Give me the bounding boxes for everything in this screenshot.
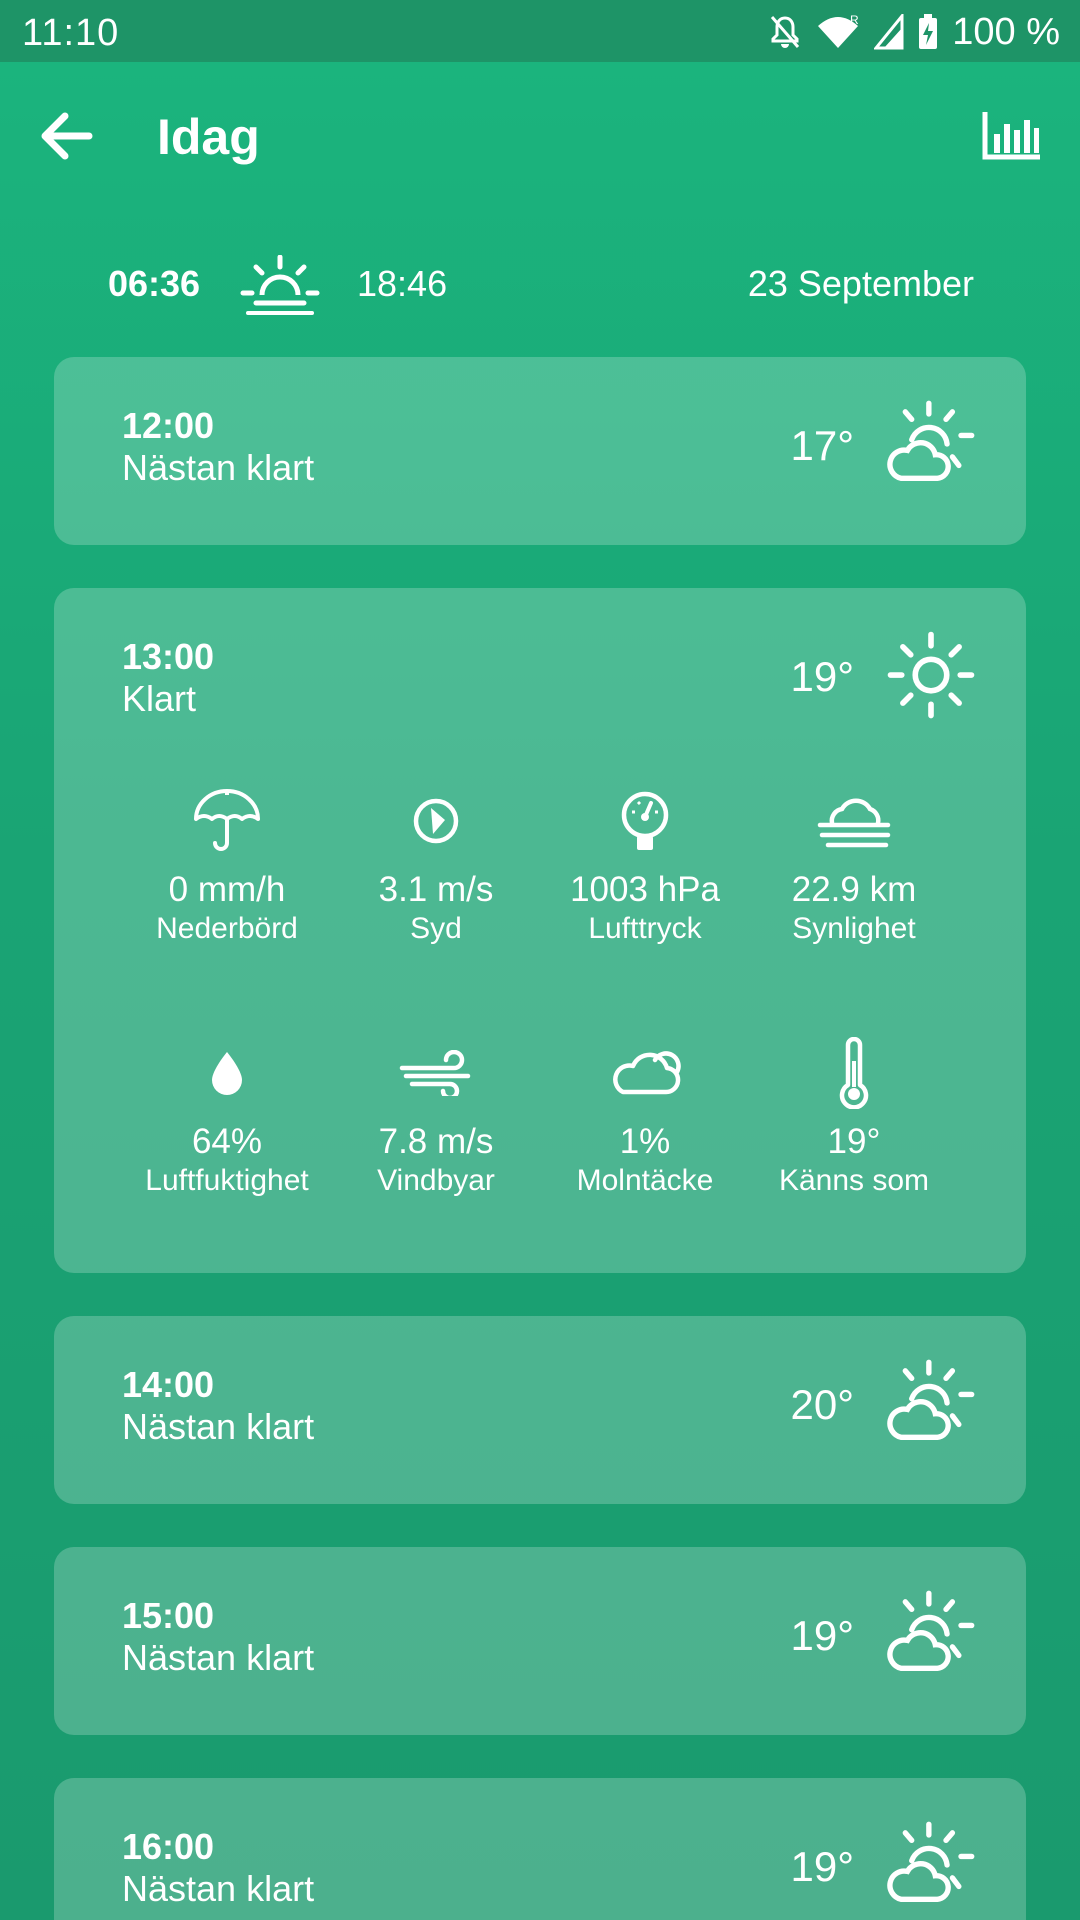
partly-sunny-icon <box>886 399 976 489</box>
precipitation-metric: 0 mm/h Nederbörd <box>122 786 332 946</box>
cloud-icon <box>613 1051 681 1095</box>
wind-icon <box>399 1050 471 1096</box>
page-title: Idag <box>157 109 260 165</box>
visibility-metric: 22.9 km Synlighet <box>749 786 959 946</box>
humidity-label: Luftfuktighet <box>145 1164 309 1197</box>
feels-like-metric: 19° Känns som <box>749 1037 959 1198</box>
hour-temperature: 19° <box>790 1843 854 1890</box>
cloud-cover-value: 1% <box>619 1122 671 1161</box>
drop-icon <box>212 1052 242 1095</box>
back-button[interactable] <box>36 106 96 166</box>
hour-temperature: 17° <box>790 422 854 469</box>
pressure-label: Lufttryck <box>588 912 702 945</box>
status-bar: 11:10 R 100 % <box>0 0 1080 62</box>
battery-charging-icon <box>919 14 938 49</box>
partly-sunny-icon <box>886 1820 976 1910</box>
wind-value: 3.1 m/s <box>378 870 494 909</box>
feels-like-value: 19° <box>827 1122 881 1161</box>
precipitation-label: Nederbörd <box>156 912 298 945</box>
humidity-value: 64% <box>191 1122 263 1161</box>
sun-icon <box>886 630 976 720</box>
compass-icon <box>413 798 459 844</box>
visibility-value: 22.9 km <box>791 870 917 909</box>
hour-condition: Nästan klart <box>122 1868 315 1909</box>
hour-card-1500[interactable]: 15:00 Nästan klart 19° <box>54 1547 1026 1735</box>
visibility-label: Synlighet <box>792 912 916 945</box>
hour-time: 15:00 <box>122 1595 215 1636</box>
status-icons: R 100 % <box>768 10 1060 54</box>
back-arrow-icon <box>41 112 93 160</box>
partly-sunny-icon <box>886 1358 976 1448</box>
hour-card-1600[interactable]: 16:00 Nästan klart 19° <box>54 1778 1026 1920</box>
date-label: 23 September <box>747 263 974 304</box>
wifi-icon: R <box>818 14 859 48</box>
sun-times-row: 06:36 18:46 23 September <box>0 255 1080 315</box>
battery-level: 100 % <box>952 10 1060 53</box>
hour-condition: Klart <box>122 678 197 719</box>
gusts-value: 7.8 m/s <box>378 1122 494 1161</box>
hour-condition: Nästan klart <box>122 447 315 488</box>
hour-time: 12:00 <box>122 405 215 446</box>
partly-sunny-icon <box>886 1589 976 1679</box>
hour-time: 13:00 <box>122 636 215 677</box>
hour-time: 16:00 <box>122 1826 215 1867</box>
sunset-time: 18:46 <box>357 263 448 304</box>
hour-card-1300-expanded[interactable]: 13:00 Klart 19° 0 mm/h Nederbörd 3.1 m/s… <box>54 588 1026 1273</box>
gusts-label: Vindbyar <box>377 1164 495 1197</box>
precipitation-value: 0 mm/h <box>168 870 286 909</box>
mute-notifications-icon <box>771 16 800 48</box>
hour-condition: Nästan klart <box>122 1406 315 1447</box>
bar-chart-icon <box>982 112 1040 160</box>
hour-temperature: 19° <box>790 1612 854 1659</box>
hour-temperature: 19° <box>790 653 854 700</box>
wind-metric: 3.1 m/s Syd <box>331 786 541 946</box>
app-bar: Idag <box>0 62 1080 212</box>
gauge-icon <box>621 791 669 850</box>
pressure-metric: 1003 hPa Lufttryck <box>540 786 750 946</box>
sunrise-icon <box>240 255 320 315</box>
hour-card-1200[interactable]: 12:00 Nästan klart 17° <box>54 357 1026 545</box>
signal-icon <box>874 14 904 50</box>
pressure-value: 1003 hPa <box>570 870 720 909</box>
feels-like-label: Känns som <box>778 1164 930 1197</box>
cloud-cover-label: Molntäcke <box>576 1164 714 1197</box>
status-time: 11:10 <box>22 12 120 54</box>
thermometer-icon <box>839 1037 869 1109</box>
chart-button[interactable] <box>980 104 1044 168</box>
sunrise-time: 06:36 <box>108 263 201 304</box>
svg-text:R: R <box>850 14 859 27</box>
umbrella-icon <box>194 789 260 851</box>
gusts-metric: 7.8 m/s Vindbyar <box>331 1038 541 1198</box>
fog-icon <box>817 798 891 848</box>
hour-time: 14:00 <box>122 1364 215 1405</box>
hour-temperature: 20° <box>790 1381 854 1428</box>
cloud-cover-metric: 1% Molntäcke <box>540 1038 750 1198</box>
humidity-metric: 64% Luftfuktighet <box>122 1038 332 1198</box>
hour-card-1400[interactable]: 14:00 Nästan klart 20° <box>54 1316 1026 1504</box>
wind-direction-label: Syd <box>410 912 462 945</box>
hour-condition: Nästan klart <box>122 1637 315 1678</box>
